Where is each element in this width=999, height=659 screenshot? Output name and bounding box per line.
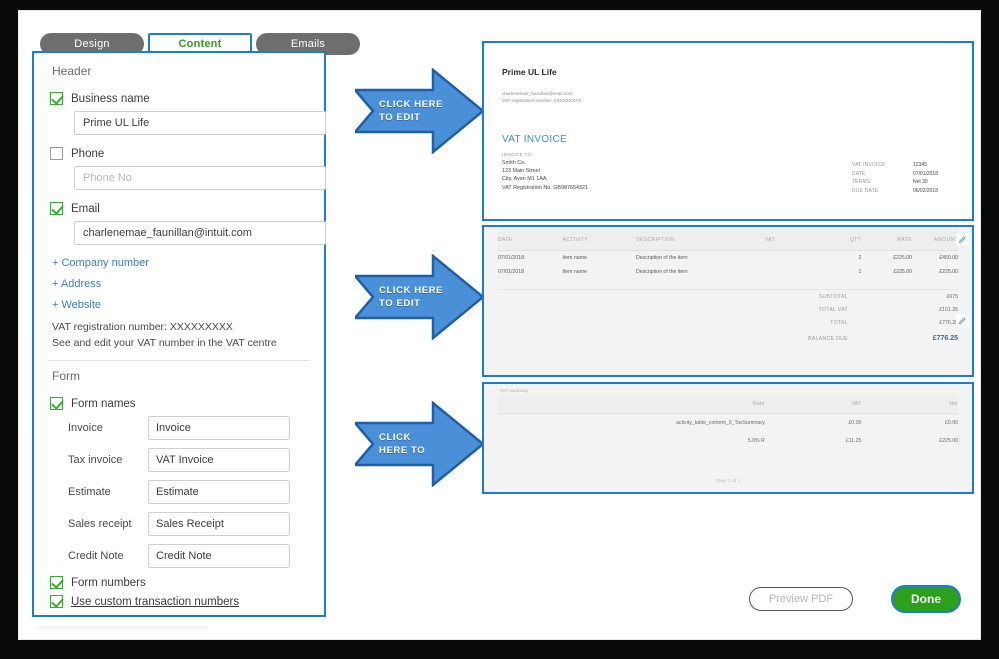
header-section-title: Header [52, 64, 310, 78]
vat-summary-table: Rate VAT Net activity_table_content_0_Ta… [498, 395, 958, 450]
totals-row: SUBTOTAL £675 [498, 290, 958, 304]
vat-summary-wrap: VAT summary Rate VAT Net activity_table_… [484, 384, 972, 492]
totals-row: TOTAL £776.25 [498, 316, 958, 329]
col-rate: Rate [498, 395, 765, 414]
vat-centre-note-line2: See and edit your VAT number in the VAT … [52, 336, 310, 350]
form-row-tax-invoice-input[interactable] [148, 448, 290, 472]
app-page: Design Content Emails Header Business na… [18, 10, 981, 640]
col-net: Net [861, 395, 958, 414]
invoice-meta-row: DUE DATE06/02/2018 [852, 187, 938, 196]
email-checkbox[interactable] [50, 202, 63, 215]
invoice-meta-grid: VAT INVOICE12345 DATE07/01/2018 TERMSNet… [852, 161, 938, 195]
done-button[interactable]: Done [891, 585, 961, 613]
table-row: 5.0% R £11.25 £225.00 [498, 432, 958, 450]
form-row-estimate-label: Estimate [48, 486, 148, 498]
invoice-line-table: DATE ACTIVITY DESCRIPTION VAT QTY RATE A… [498, 227, 958, 279]
business-name-checkbox[interactable] [50, 92, 63, 105]
vat-registration-note-line1: VAT registration number: XXXXXXXXX [52, 320, 310, 334]
col-vat: VAT [765, 395, 862, 414]
phone-checkbox-row[interactable]: Phone [50, 147, 310, 160]
form-row-estimate: Estimate [48, 480, 310, 504]
invoice-meta-row: DATE07/01/2018 [852, 170, 938, 179]
balance-due-row: BALANCE DUE £776.25 [498, 329, 958, 346]
callout-arrow-header-text: CLICK HERE TO EDIT [379, 98, 455, 124]
settings-divider [48, 360, 310, 361]
form-row-credit-note-input[interactable] [148, 544, 290, 568]
invoice-preview-table[interactable]: DATE ACTIVITY DESCRIPTION VAT QTY RATE A… [482, 225, 974, 377]
form-row-invoice-input[interactable] [148, 416, 290, 440]
col-amount: AMOUNT [912, 227, 958, 251]
invoice-to-label: INVOICE TO [502, 152, 954, 157]
add-company-number-link[interactable]: + Company number [52, 257, 310, 269]
table-row: 07/01/2018 Item name Description of the … [498, 265, 958, 279]
form-row-tax-invoice: Tax invoice [48, 448, 310, 472]
form-row-sales-receipt-label: Sales receipt [48, 518, 148, 530]
form-row-estimate-input[interactable] [148, 480, 290, 504]
business-name-input[interactable] [74, 111, 326, 135]
callout-arrow-table-text: CLICK HERE TO EDIT [379, 284, 455, 310]
vat-summary-header: Rate VAT Net [498, 395, 958, 414]
add-address-link[interactable]: + Address [52, 278, 310, 290]
col-rate: RATE [861, 227, 912, 251]
invoice-preview-header[interactable]: Prime UL Life charlenemae_faunillan@intu… [482, 41, 974, 221]
form-row-invoice-label: Invoice [48, 422, 148, 434]
email-input[interactable] [74, 221, 326, 245]
col-qty: QTY [820, 227, 861, 251]
form-row-sales-receipt: Sales receipt [48, 512, 310, 536]
totals-row: TOTAL VAT £101.25 [498, 303, 958, 316]
invoice-preview-vat-summary[interactable]: VAT summary Rate VAT Net activity_table_… [482, 382, 974, 494]
col-description: DESCRIPTION [636, 227, 765, 251]
content-settings-panel: Header Business name Phone Email + Compa… [32, 51, 326, 617]
form-names-label: Form names [71, 398, 136, 410]
col-vat: VAT [765, 227, 820, 251]
invoice-line-table-wrap: DATE ACTIVITY DESCRIPTION VAT QTY RATE A… [484, 227, 972, 375]
form-row-invoice: Invoice [48, 416, 310, 440]
business-name-checkbox-row[interactable]: Business name [50, 92, 310, 105]
email-checkbox-row[interactable]: Email [50, 202, 310, 215]
phone-checkbox[interactable] [50, 147, 63, 160]
invoice-meta-row: VAT INVOICE12345 [852, 161, 938, 170]
table-row: activity_table_content_0_TaxSummary £0.0… [498, 414, 958, 433]
form-names-checkbox-row[interactable]: Form names [50, 397, 310, 410]
invoice-page-footer: Page 1 of 1 [484, 479, 972, 484]
preview-pdf-button[interactable]: Preview PDF [749, 587, 853, 611]
edit-totals-pencil-icon[interactable] [956, 314, 969, 327]
invoice-contact-block: charlenemae_faunillan@intuit.com VAT reg… [502, 90, 954, 104]
form-row-tax-invoice-label: Tax invoice [48, 454, 148, 466]
callout-arrow-header: CLICK HERE TO EDIT [355, 68, 485, 154]
invoice-totals-table: SUBTOTAL £675 TOTAL VAT £101.25 TOTAL £7… [498, 289, 958, 346]
col-date: DATE [498, 227, 562, 251]
callout-arrow-vat-summary: CLICK HERE TO [355, 401, 485, 487]
invoice-meta-row: TERMSNet 30 [852, 178, 938, 187]
footer-bar: Preview PDF Done [38, 587, 961, 627]
add-website-link[interactable]: + Website [52, 299, 310, 311]
form-row-credit-note: Credit Note [48, 544, 310, 568]
form-row-credit-note-label: Credit Note [48, 550, 148, 562]
invoice-email: charlenemae_faunillan@intuit.com [502, 90, 954, 97]
screen: Design Content Emails Header Business na… [0, 0, 999, 659]
invoice-doc-title: VAT INVOICE [502, 134, 954, 145]
callout-arrow-vat-summary-text: CLICK HERE TO [379, 431, 455, 457]
edit-table-pencil-icon[interactable] [956, 233, 969, 246]
phone-input[interactable] [74, 166, 326, 190]
phone-label: Phone [71, 148, 104, 160]
col-activity: ACTIVITY [562, 227, 636, 251]
vat-summary-title: VAT summary [498, 384, 958, 393]
invoice-line-table-header: DATE ACTIVITY DESCRIPTION VAT QTY RATE A… [498, 227, 958, 251]
table-row: 07/01/2018 Item name Description of the … [498, 251, 958, 266]
form-section-title: Form [52, 369, 310, 383]
invoice-business-name: Prime UL Life [502, 67, 954, 77]
form-row-sales-receipt-input[interactable] [148, 512, 290, 536]
bottom-scroll-strip [38, 626, 208, 629]
form-names-checkbox[interactable] [50, 397, 63, 410]
business-name-label: Business name [71, 93, 150, 105]
invoice-vat-registration: VAT registration number: XXXXXXXXX [502, 97, 954, 104]
email-label: Email [71, 203, 100, 215]
callout-arrow-table: CLICK HERE TO EDIT [355, 254, 485, 340]
